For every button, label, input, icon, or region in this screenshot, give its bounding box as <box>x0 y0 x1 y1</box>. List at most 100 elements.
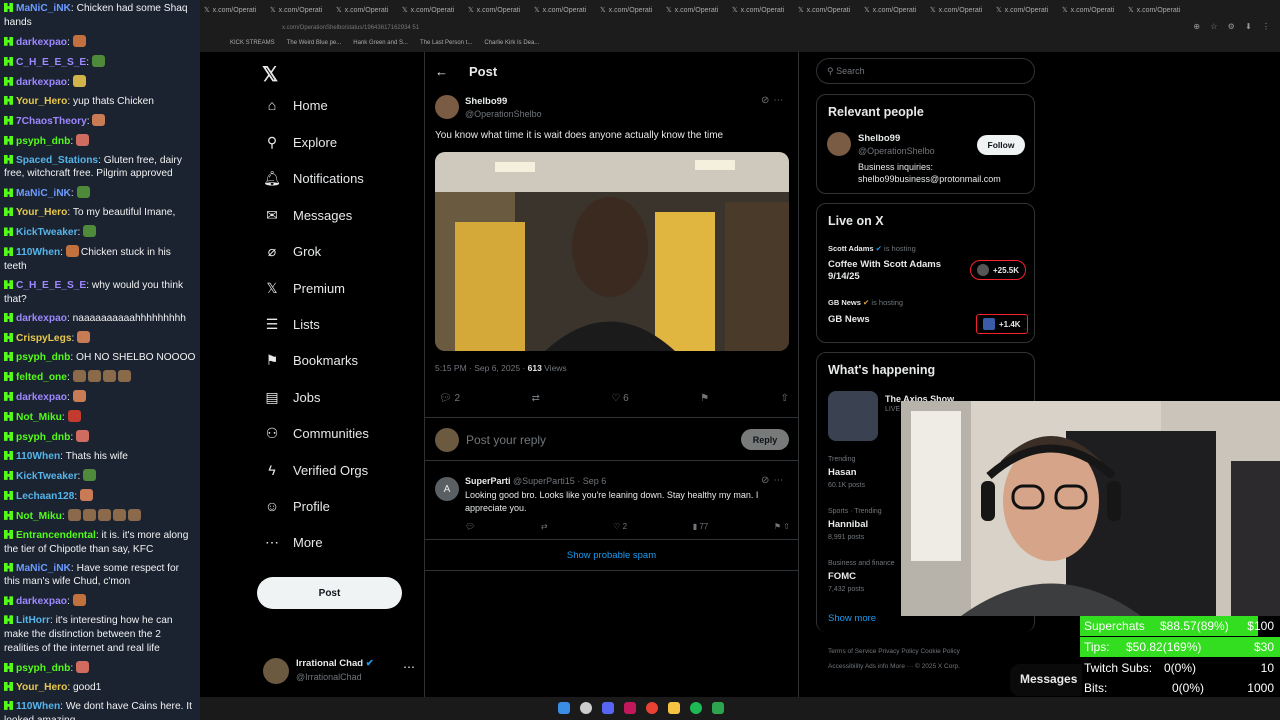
chat-username[interactable]: Your_Hero <box>16 682 67 693</box>
browser-tab[interactable]: 𝕏x.com/Operati <box>464 0 530 20</box>
browser-tab[interactable]: 𝕏x.com/Operati <box>530 0 596 20</box>
chat-username[interactable]: darkexpao <box>16 313 67 324</box>
nav-item-bookmarks[interactable]: ⚑ Bookmarks <box>263 352 358 369</box>
windows-start-icon[interactable] <box>558 702 570 714</box>
nav-item-grok[interactable]: ⌀ Grok <box>263 243 321 260</box>
author-handle[interactable]: @OperationShelbo <box>465 109 542 119</box>
relevant-name[interactable]: Shelbo99 <box>858 133 900 144</box>
post-time[interactable]: 5:15 PM · Sep 6, 2025 · <box>435 363 528 373</box>
footer-links-2[interactable]: Accessibility Ads info More ··· © 2025 X… <box>828 663 960 670</box>
browser-tab[interactable]: 𝕏x.com/Operati <box>860 0 926 20</box>
chat-username[interactable]: C_H_E_E_S_E <box>16 57 86 68</box>
reply-input[interactable]: Post your reply <box>466 433 546 447</box>
app-icon[interactable] <box>624 702 636 714</box>
browser-toolbar-icons[interactable]: ⊕ ☆ ⚙ ⬇ ⋮ <box>1193 22 1274 31</box>
bookmark-icon[interactable]: ⚑ <box>774 522 781 531</box>
author-avatar[interactable] <box>435 95 459 119</box>
back-arrow-icon[interactable]: ← <box>435 64 448 79</box>
comment-repost-icon[interactable]: ⇄ <box>541 522 548 531</box>
chrome-icon[interactable] <box>646 702 658 714</box>
live-title-1[interactable]: Coffee With Scott Adams 9/14/25 <box>828 259 958 283</box>
chat-username[interactable]: Not_Miku <box>16 412 62 423</box>
chat-username[interactable]: MaNiC_iNK <box>16 188 71 199</box>
chat-username[interactable]: KickTweaker <box>16 471 78 482</box>
bookmark-item[interactable]: KICK STREAMS <box>230 40 275 52</box>
footer-links-1[interactable]: Terms of Service Privacy Policy Cookie P… <box>828 648 960 655</box>
chat-username[interactable]: MaNiC_iNK <box>16 3 71 14</box>
chat-username[interactable]: Not_Miku <box>16 511 62 522</box>
nav-item-messages[interactable]: ✉ Messages <box>263 207 352 224</box>
bookmark-item[interactable]: The Weird Blue pe... <box>287 40 342 52</box>
live-title-2[interactable]: GB News <box>828 314 958 326</box>
comment-reply-icon[interactable]: 💬︎ <box>465 522 475 531</box>
share-icon[interactable]: ⇧ <box>781 393 789 404</box>
browser-tab[interactable]: 𝕏x.com/Operati <box>200 0 266 20</box>
address-bar[interactable]: x.com/OperationShelbo/status/19643617162… <box>200 20 1280 38</box>
trend-name-1[interactable]: Hasan <box>828 467 857 478</box>
chat-username[interactable]: Lechaan128 <box>16 491 74 502</box>
bookmark-icon[interactable]: ⚑ <box>700 393 709 404</box>
chat-username[interactable]: Your_Hero <box>16 207 67 218</box>
browser-tab[interactable]: 𝕏x.com/Operati <box>794 0 860 20</box>
search-icon[interactable] <box>580 702 592 714</box>
comment-like-action[interactable]: ♡ 2 <box>613 522 627 531</box>
messages-drawer[interactable]: Messages <box>1010 664 1082 696</box>
chat-username[interactable]: Entrancendental <box>16 530 96 541</box>
chat-username[interactable]: psyph_dnb <box>16 352 70 363</box>
reply-button[interactable]: Reply <box>741 429 789 450</box>
chat-username[interactable]: 7ChaosTheory <box>16 116 87 127</box>
browser-tab[interactable]: 𝕏x.com/Operati <box>1124 0 1190 20</box>
repost-icon[interactable]: ⇄ <box>532 393 540 404</box>
follow-button[interactable]: Follow <box>977 135 1025 155</box>
bookmark-item[interactable]: Charlie Kirk Is Dea... <box>484 40 539 52</box>
post-button[interactable]: Post <box>257 577 402 609</box>
chat-username[interactable]: darkexpao <box>16 596 67 607</box>
browser-tab[interactable]: 𝕏x.com/Operati <box>728 0 794 20</box>
chat-username[interactable]: MaNiC_iNK <box>16 563 71 574</box>
show-probable-spam[interactable]: Show probable spam <box>425 539 798 571</box>
chat-username[interactable]: KickTweaker <box>16 227 78 238</box>
show-more-link[interactable]: Show more <box>828 613 876 624</box>
comment-avatar[interactable]: A <box>435 477 459 501</box>
comment-share-actions[interactable]: ⚑ ⇧ <box>774 522 790 531</box>
chat-username[interactable]: 110When <box>16 451 60 462</box>
browser-tab[interactable]: 𝕏x.com/Operati <box>662 0 728 20</box>
browser-tab[interactable]: 𝕏x.com/Operati <box>398 0 464 20</box>
comment-options-icon[interactable]: ⊘⋯ <box>761 475 787 486</box>
chat-username[interactable]: Your_Hero <box>16 96 67 107</box>
trend-name-3[interactable]: FOMC <box>828 571 856 582</box>
app-icon-2[interactable] <box>712 702 724 714</box>
nav-item-more[interactable]: ⋯ More <box>263 534 323 551</box>
chat-username[interactable]: CrispyLegs <box>16 333 71 344</box>
x-logo-icon[interactable]: 𝕏 <box>262 62 278 87</box>
nav-item-verified-orgs[interactable]: ϟ Verified Orgs <box>263 462 368 478</box>
browser-tab[interactable]: 𝕏x.com/Operati <box>926 0 992 20</box>
live-count-1[interactable]: +25.5K <box>970 260 1027 280</box>
nav-item-profile[interactable]: ☺ Profile <box>263 498 330 514</box>
chat-username[interactable]: 110When <box>16 701 60 712</box>
chat-username[interactable]: psyph_dnb <box>16 136 70 147</box>
chat-username[interactable]: felted_one <box>16 372 67 383</box>
share-icon[interactable]: ⇧ <box>783 522 790 531</box>
happening-thumbnail[interactable] <box>828 391 878 441</box>
trend-name-2[interactable]: Hannibal <box>828 519 868 530</box>
chat-username[interactable]: C_H_E_E_S_E <box>16 280 86 291</box>
chat-username[interactable]: LitHorr <box>16 615 50 626</box>
nav-item-communities[interactable]: ⚇ Communities <box>263 425 369 442</box>
discord-icon[interactable] <box>602 702 614 714</box>
comment-views-action[interactable]: ▮ 77 <box>693 522 709 531</box>
nav-item-home[interactable]: ⌂ Home <box>263 97 328 113</box>
post-image[interactable] <box>435 152 789 351</box>
more-dots-icon[interactable]: ⋯ <box>403 660 415 674</box>
browser-tab[interactable]: 𝕏x.com/Operati <box>992 0 1058 20</box>
relevant-handle[interactable]: @OperationShelbo <box>858 146 935 156</box>
browser-tab[interactable]: 𝕏x.com/Operati <box>596 0 662 20</box>
browser-tab[interactable]: 𝕏x.com/Operati <box>1058 0 1124 20</box>
nav-item-jobs[interactable]: ▤ Jobs <box>263 389 320 406</box>
browser-tab[interactable]: 𝕏x.com/Operati <box>332 0 398 20</box>
chat-username[interactable]: psyph_dnb <box>16 432 70 443</box>
nav-item-notifications[interactable]: 🔔︎ Notifications <box>263 170 364 187</box>
nav-item-lists[interactable]: ☰ Lists <box>263 316 320 333</box>
post-options-icon[interactable]: ⊘⋯ <box>761 95 787 106</box>
like-action[interactable]: ♡ 6 <box>611 393 628 404</box>
